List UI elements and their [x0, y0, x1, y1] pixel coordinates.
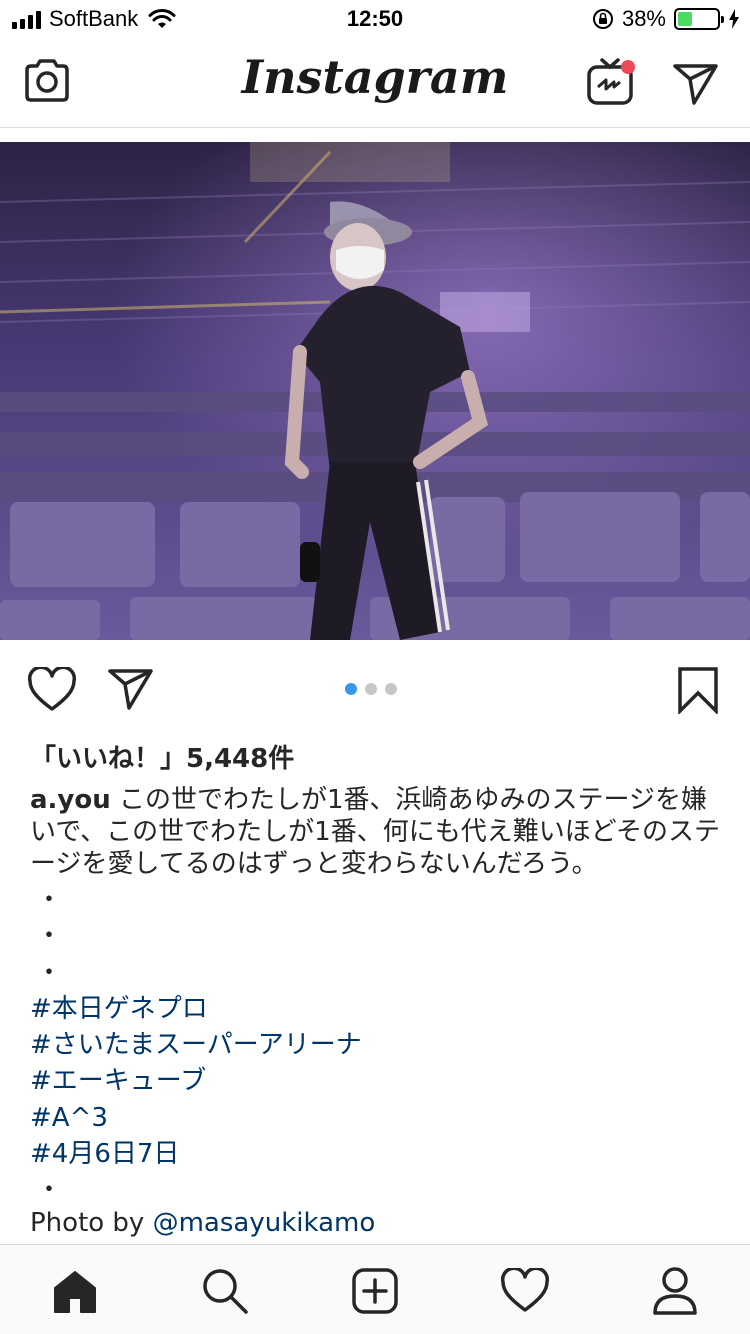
top-nav: Instagram	[0, 40, 750, 128]
tab-new-post[interactable]	[345, 1263, 405, 1319]
carousel-indicator	[345, 683, 397, 695]
status-bar: SoftBank 12:50 38%	[0, 0, 750, 40]
caption-dot-line: ・	[36, 1175, 63, 1206]
battery-icon	[674, 8, 724, 30]
tab-profile[interactable]	[645, 1263, 705, 1319]
hashtag-link[interactable]: #4月6日7日	[30, 1136, 720, 1172]
carousel-dot	[365, 683, 377, 695]
caption-continuation: ・ ・ ・ #本日ゲネプロ #さいたまスーパーアリーナ #エーキューブ #A^3…	[30, 882, 720, 1209]
tab-search[interactable]	[195, 1263, 255, 1319]
igtv-icon[interactable]	[586, 56, 640, 108]
status-right: 38%	[592, 6, 740, 32]
post-photo[interactable]	[0, 142, 750, 640]
hashtag-link[interactable]: #A^3	[30, 1100, 720, 1136]
photo-credit-prefix: Photo by	[30, 1208, 153, 1238]
igtv-notification-badge	[621, 60, 635, 74]
tab-activity[interactable]	[495, 1263, 555, 1319]
bottom-tab-bar	[0, 1244, 750, 1334]
save-bookmark-icon[interactable]	[677, 666, 719, 714]
battery-level	[678, 12, 693, 26]
like-heart-icon[interactable]	[27, 667, 77, 713]
home-icon	[54, 1271, 96, 1313]
caption-dot-line: ・	[36, 885, 63, 915]
carousel-dot	[385, 683, 397, 695]
orientation-lock-icon	[592, 9, 613, 29]
new-post-icon	[352, 1268, 398, 1314]
battery-percent: 38%	[621, 6, 666, 31]
caption-dot-line: ・	[36, 957, 63, 988]
direct-message-icon[interactable]	[672, 62, 720, 106]
hashtag-link[interactable]: #本日ゲネプロ	[30, 991, 720, 1027]
carousel-dot	[345, 683, 357, 695]
caption-username[interactable]: a.you	[30, 785, 111, 815]
photographer-mention-link[interactable]: @masayukikamo	[153, 1208, 376, 1238]
profile-icon	[653, 1267, 697, 1315]
tab-home[interactable]	[45, 1263, 105, 1319]
photo-credit: Photo by @masayukikamo	[30, 1208, 375, 1238]
activity-heart-icon	[500, 1268, 550, 1312]
search-icon	[203, 1269, 248, 1314]
hashtag-link[interactable]: #さいたまスーパーアリーナ	[30, 1027, 720, 1063]
post-caption: a.you この世でわたしが1番、浜崎あゆみのステージを嫌いで、この世でわたしが…	[30, 784, 720, 880]
post-actions	[0, 650, 750, 730]
caption-dot-line: ・	[36, 921, 63, 952]
share-direct-icon[interactable]	[107, 667, 155, 711]
caption-text: この世でわたしが1番、浜崎あゆみのステージを嫌いで、この世でわたしが1番、何にも…	[30, 785, 720, 879]
like-count[interactable]: 「いいね！」5,448件	[30, 738, 294, 775]
hashtag-link[interactable]: #エーキューブ	[30, 1063, 720, 1099]
charging-bolt-icon	[729, 9, 739, 29]
post-photo-illustration	[0, 142, 750, 640]
